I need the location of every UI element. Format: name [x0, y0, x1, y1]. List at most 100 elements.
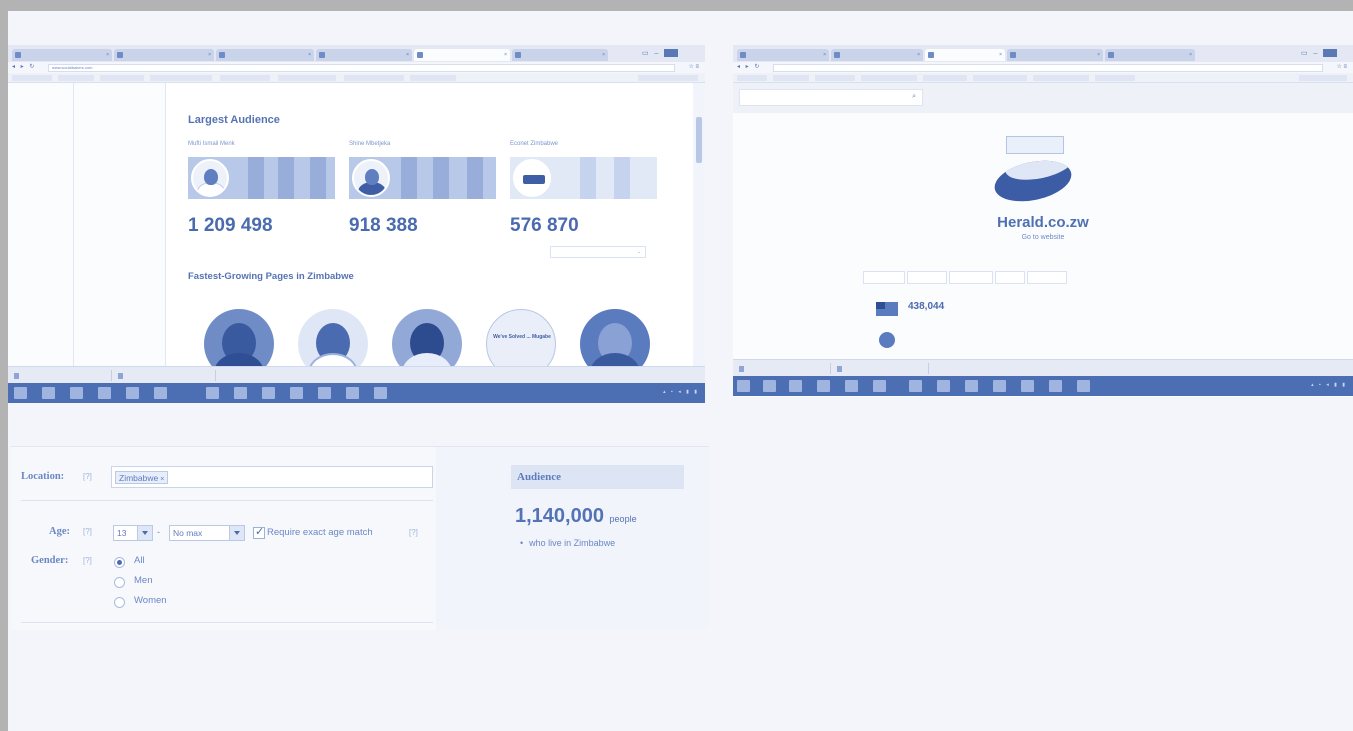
close-tab-icon[interactable]: × — [1189, 52, 1192, 58]
download-item[interactable] — [12, 370, 112, 381]
bookmark-item[interactable] — [100, 75, 144, 81]
taskbar-app-icon[interactable] — [154, 387, 167, 399]
browser-tab[interactable]: × — [1007, 49, 1103, 61]
bookmark-item[interactable] — [1095, 75, 1135, 81]
tab-content[interactable] — [949, 271, 993, 284]
page-name-link[interactable]: Mufti Ismail Menk — [188, 141, 235, 147]
window-controls[interactable]: ▭ – — [1301, 49, 1338, 58]
site-search-input[interactable]: ⌕ — [739, 89, 923, 106]
exact-age-checkbox[interactable] — [253, 525, 265, 539]
system-tray[interactable]: ▴ ▪ ◂ ▮ ▮ — [663, 389, 699, 395]
start-icon[interactable] — [14, 387, 27, 399]
close-tab-icon[interactable]: × — [504, 52, 507, 58]
close-tab-icon[interactable]: × — [999, 52, 1002, 58]
bookmark-star-icon[interactable]: ☆ ≡ — [1336, 63, 1347, 70]
gender-radio-men[interactable] — [114, 577, 125, 588]
bookmark-item[interactable] — [344, 75, 404, 81]
taskbar-app-icon[interactable] — [1021, 380, 1034, 392]
browser-tab[interactable]: × — [831, 49, 923, 61]
page-cover-image[interactable] — [510, 157, 657, 199]
help-icon[interactable]: [?] — [83, 556, 92, 565]
browser-tab[interactable]: × — [114, 49, 214, 61]
bookmark-item[interactable] — [773, 75, 809, 81]
url-input[interactable]: www.socialbakers.com — [48, 64, 675, 72]
taskbar-app-icon[interactable] — [817, 380, 830, 392]
browser-tab[interactable]: × — [316, 49, 412, 61]
bookmark-item[interactable] — [923, 75, 967, 81]
taskbar-app-icon[interactable] — [1049, 380, 1062, 392]
gender-radio-all[interactable] — [114, 557, 125, 568]
gender-radio-women[interactable] — [114, 597, 125, 608]
taskbar-app-icon[interactable] — [234, 387, 247, 399]
taskbar-app-icon[interactable] — [763, 380, 776, 392]
bookmark-item[interactable] — [1299, 75, 1347, 81]
taskbar-app-icon[interactable] — [374, 387, 387, 399]
age-min-select[interactable]: 13 — [113, 525, 153, 541]
help-icon[interactable]: [?] — [409, 528, 418, 537]
taskbar-app-icon[interactable] — [845, 380, 858, 392]
taskbar-app-icon[interactable] — [909, 380, 922, 392]
help-icon[interactable]: [?] — [83, 527, 92, 536]
bookmark-item[interactable] — [150, 75, 212, 81]
scrollbar-thumb[interactable] — [696, 117, 702, 163]
tab-links[interactable] — [995, 271, 1025, 284]
taskbar-app-icon[interactable] — [126, 387, 139, 399]
tab-analysis[interactable] — [863, 271, 905, 284]
download-item[interactable] — [835, 363, 929, 374]
taskbar-app-icon[interactable] — [1077, 380, 1090, 392]
close-tab-icon[interactable]: × — [823, 52, 826, 58]
taskbar-app-icon[interactable] — [993, 380, 1006, 392]
taskbar-app-icon[interactable] — [206, 387, 219, 399]
browser-tab[interactable]: × — [1105, 49, 1195, 61]
nav-back-forward-reload-icons[interactable]: ◂ ▸ ↻ — [737, 63, 761, 70]
start-icon[interactable] — [737, 380, 750, 392]
bookmark-item[interactable] — [278, 75, 336, 81]
close-tab-icon[interactable]: × — [602, 52, 605, 58]
close-window-icon[interactable] — [664, 49, 679, 58]
scrollbar[interactable] — [693, 83, 705, 366]
browser-tab[interactable]: × — [216, 49, 314, 61]
close-tab-icon[interactable]: × — [406, 52, 409, 58]
period-dropdown[interactable]: ⌄ — [550, 246, 646, 258]
nav-back-forward-reload-icons[interactable]: ◂ ▸ ↻ — [12, 63, 36, 70]
taskbar-app-icon[interactable] — [346, 387, 359, 399]
browser-tab-active[interactable]: × — [925, 49, 1005, 61]
tab-history[interactable] — [907, 271, 947, 284]
url-input[interactable] — [773, 64, 1323, 72]
taskbar-app-icon[interactable] — [789, 380, 802, 392]
go-to-website-link[interactable]: Go to website — [733, 234, 1353, 241]
taskbar-app-icon[interactable] — [70, 387, 83, 399]
download-item[interactable] — [116, 370, 216, 381]
close-tab-icon[interactable]: × — [308, 52, 311, 58]
bookmark-item[interactable] — [58, 75, 94, 81]
remove-token-icon[interactable]: × — [160, 476, 164, 483]
browser-tab[interactable]: × — [512, 49, 608, 61]
bookmark-item[interactable] — [638, 75, 698, 81]
download-item[interactable] — [737, 363, 831, 374]
help-icon[interactable]: [?] — [83, 472, 92, 481]
bookmark-item[interactable] — [12, 75, 52, 81]
close-tab-icon[interactable]: × — [208, 52, 211, 58]
bookmark-item[interactable] — [815, 75, 855, 81]
bookmark-item[interactable] — [410, 75, 456, 81]
browser-tab[interactable]: × — [737, 49, 829, 61]
system-tray[interactable]: ▴ ▪ ◂ ▮ ▮ — [1311, 382, 1347, 388]
close-tab-icon[interactable]: × — [1097, 52, 1100, 58]
taskbar-app-icon[interactable] — [42, 387, 55, 399]
taskbar-app-icon[interactable] — [262, 387, 275, 399]
tab-owner[interactable] — [1027, 271, 1067, 284]
bookmark-star-icon[interactable]: ☆ ≡ — [688, 63, 699, 70]
age-max-select[interactable]: No max — [169, 525, 245, 541]
taskbar-app-icon[interactable] — [873, 380, 886, 392]
page-cover-image[interactable] — [188, 157, 335, 199]
search-icon[interactable]: ⌕ — [912, 93, 916, 101]
browser-tab[interactable]: × — [12, 49, 112, 61]
location-token[interactable]: Zimbabwe × — [115, 471, 169, 484]
bookmark-item[interactable] — [861, 75, 917, 81]
bookmark-item[interactable] — [220, 75, 270, 81]
taskbar-app-icon[interactable] — [318, 387, 331, 399]
page-name-link[interactable]: Econet Zimbabwe — [510, 141, 558, 147]
taskbar-app-icon[interactable] — [965, 380, 978, 392]
close-window-icon[interactable] — [1323, 49, 1338, 58]
taskbar-app-icon[interactable] — [98, 387, 111, 399]
